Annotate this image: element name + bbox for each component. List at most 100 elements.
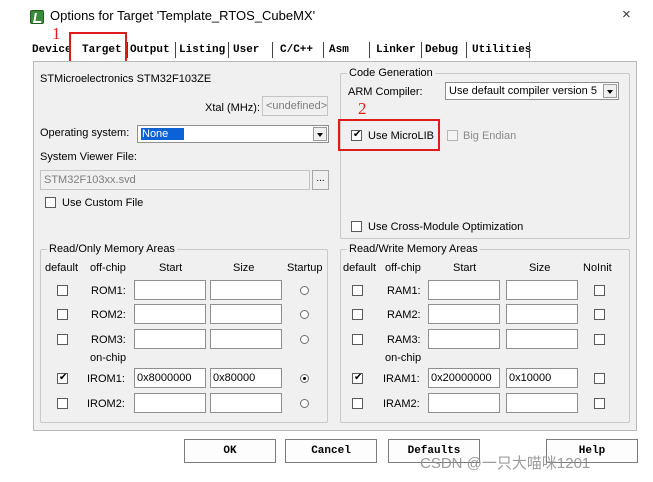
rw-onchip-label: on-chip (385, 352, 422, 364)
rom3-start-input[interactable] (134, 329, 206, 349)
irom2-start-input[interactable] (134, 393, 206, 413)
rom2-startup-radio[interactable] (300, 310, 309, 319)
iram2-default-checkbox[interactable] (352, 398, 363, 409)
rom1-startup-radio[interactable] (300, 286, 309, 295)
svd-label: System Viewer File: (40, 151, 137, 163)
chevron-down-icon[interactable] (313, 127, 327, 141)
irom1-start-input[interactable]: 0x8000000 (134, 368, 206, 388)
callout-number-2: 2 (358, 99, 367, 118)
ram1-label: RAM1: (387, 285, 421, 297)
window-title: Options for Target 'Template_RTOS_CubeMX… (50, 8, 316, 23)
tab-user[interactable]: User (233, 41, 259, 59)
tab-output[interactable]: Output (130, 41, 170, 59)
rw-header-start: Start (453, 262, 477, 274)
ram1-noinit-checkbox[interactable] (594, 285, 605, 296)
ram2-default-checkbox[interactable] (352, 309, 363, 320)
callout-box-2 (338, 119, 440, 151)
chevron-down-icon[interactable] (603, 84, 617, 98)
irom1-size-input[interactable]: 0x80000 (210, 368, 282, 388)
use-custom-file-checkbox[interactable] (45, 197, 56, 208)
tab-separator (529, 42, 530, 58)
keil-app-icon (30, 10, 44, 24)
os-label: Operating system: (40, 127, 130, 139)
iram2-size-input[interactable] (506, 393, 578, 413)
rom3-startup-radio[interactable] (300, 335, 309, 344)
cross-module-checkbox[interactable] (351, 221, 362, 232)
rw-header-noinit: NoInit (583, 262, 612, 274)
arm-compiler-value: Use default compiler version 5 (449, 85, 597, 97)
rom1-start-input[interactable] (134, 280, 206, 300)
rw-header-size: Size (529, 262, 551, 274)
ram2-start-input[interactable] (428, 304, 500, 324)
big-endian-checkbox[interactable] (447, 130, 458, 141)
tab-separator (272, 42, 273, 58)
xtal-label: Xtal (MHz): (205, 102, 260, 114)
iram1-start-input[interactable]: 0x20000000 (428, 368, 500, 388)
svd-browse-button[interactable]: ... (312, 170, 329, 190)
rom2-label: ROM2: (91, 309, 126, 321)
iram2-label: IRAM2: (383, 398, 420, 410)
ok-button[interactable]: OK (184, 439, 276, 463)
device-name-label: STMicroelectronics STM32F103ZE (40, 73, 212, 85)
tab-separator (127, 42, 128, 58)
ro-header-size: Size (233, 262, 255, 274)
close-icon[interactable]: × (622, 7, 631, 23)
ro-header-offchip: off-chip (90, 262, 126, 274)
ram1-default-checkbox[interactable] (352, 285, 363, 296)
rom2-start-input[interactable] (134, 304, 206, 324)
ram3-default-checkbox[interactable] (352, 334, 363, 345)
tab-linker[interactable]: Linker (376, 41, 416, 59)
ram1-size-input[interactable] (506, 280, 578, 300)
ram3-noinit-checkbox[interactable] (594, 334, 605, 345)
rom3-size-input[interactable] (210, 329, 282, 349)
cancel-button[interactable]: Cancel (285, 439, 377, 463)
tab-asm[interactable]: Asm (329, 41, 349, 59)
iram1-size-input[interactable]: 0x10000 (506, 368, 578, 388)
tab-separator (369, 42, 370, 58)
title-bar: Options for Target 'Template_RTOS_CubeMX… (0, 0, 653, 34)
rom2-size-input[interactable] (210, 304, 282, 324)
ram3-size-input[interactable] (506, 329, 578, 349)
irom2-startup-radio[interactable] (300, 399, 309, 408)
irom1-default-checkbox[interactable]: ✔ (57, 372, 68, 384)
checkmark-icon: ✔ (354, 372, 363, 383)
rom1-default-checkbox[interactable] (57, 285, 68, 296)
ram2-noinit-checkbox[interactable] (594, 309, 605, 320)
cross-module-label: Use Cross-Module Optimization (368, 221, 524, 233)
irom2-default-checkbox[interactable] (57, 398, 68, 409)
rom3-default-checkbox[interactable] (57, 334, 68, 345)
ram2-size-input[interactable] (506, 304, 578, 324)
iram1-default-checkbox[interactable]: ✔ (352, 372, 363, 384)
os-select[interactable]: None (137, 125, 329, 143)
rw-header-default: default (343, 262, 377, 274)
tab-utilities[interactable]: Utilities (472, 41, 531, 59)
tab-device[interactable]: Device (32, 41, 72, 59)
iram1-label: IRAM1: (383, 373, 420, 385)
csdn-watermark: CSDN @一只大喵咪1201 (420, 455, 591, 472)
ram2-label: RAM2: (387, 309, 421, 321)
ram3-start-input[interactable] (428, 329, 500, 349)
tab-debug[interactable]: Debug (425, 41, 458, 59)
svd-file-input[interactable]: STM32F103xx.svd (40, 170, 310, 190)
callout-number-1: 1 (52, 24, 61, 43)
irom2-size-input[interactable] (210, 393, 282, 413)
iram1-noinit-checkbox[interactable] (594, 373, 605, 384)
rom1-size-input[interactable] (210, 280, 282, 300)
iram2-start-input[interactable] (428, 393, 500, 413)
tab-separator (175, 42, 176, 58)
arm-compiler-select[interactable]: Use default compiler version 5 (445, 82, 619, 100)
irom2-label: IROM2: (87, 398, 125, 410)
iram2-noinit-checkbox[interactable] (594, 398, 605, 409)
ram3-label: RAM3: (387, 334, 421, 346)
xtal-input[interactable]: <undefined> (262, 96, 328, 116)
rom2-default-checkbox[interactable] (57, 309, 68, 320)
big-endian-label: Big Endian (463, 130, 517, 142)
tab-listing[interactable]: Listing (179, 41, 225, 59)
rom1-label: ROM1: (91, 285, 126, 297)
ro-header-default: default (45, 262, 79, 274)
rom3-label: ROM3: (91, 334, 126, 346)
irom1-startup-radio[interactable] (300, 374, 309, 383)
tab-separator (323, 42, 324, 58)
tab-c-cpp[interactable]: C/C++ (280, 41, 313, 59)
ram1-start-input[interactable] (428, 280, 500, 300)
